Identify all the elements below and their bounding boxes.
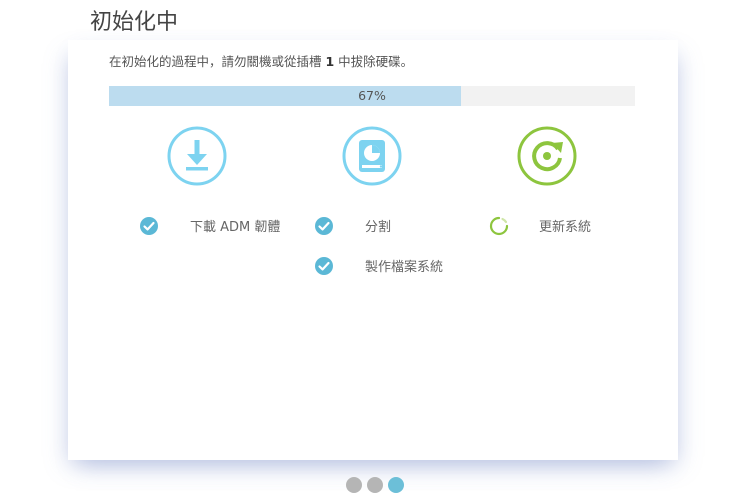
init-description: 在初始化的過程中，請勿關機或從插槽 1 中拔除硬碟。	[109, 51, 413, 70]
progress-label: 67%	[358, 88, 386, 103]
step-download: 下載 ADM 韌體	[139, 216, 280, 236]
check-circle-icon	[140, 217, 158, 235]
step-update: 更新系統	[489, 216, 591, 236]
page-dot-1[interactable]	[346, 477, 362, 493]
disk-partition-icon	[342, 126, 402, 186]
refresh-icon	[517, 126, 577, 186]
step-label: 製作檔案系統	[365, 260, 444, 275]
download-icon	[167, 126, 227, 186]
description-text-start: 在初始化的過程中，請勿關機或從插槽	[109, 54, 326, 69]
step-label: 下載 ADM 韌體	[190, 220, 281, 235]
step-label: 分割	[365, 220, 392, 235]
description-text-end: 中拔除硬碟。	[334, 54, 414, 69]
check-circle-icon	[315, 257, 333, 275]
step-filesystem: 製作檔案系統	[314, 256, 443, 276]
step-partition: 分割	[314, 216, 391, 236]
progress-bar: 67%	[109, 86, 635, 106]
check-circle-icon	[315, 217, 333, 235]
slot-number: 1	[325, 54, 335, 69]
step-label: 更新系統	[539, 220, 592, 235]
pagination-dots	[346, 477, 404, 493]
page-dot-2[interactable]	[367, 477, 383, 493]
loading-spinner-icon	[489, 216, 509, 236]
page-title: 初始化中	[90, 10, 179, 35]
page-dot-3[interactable]	[388, 477, 404, 493]
